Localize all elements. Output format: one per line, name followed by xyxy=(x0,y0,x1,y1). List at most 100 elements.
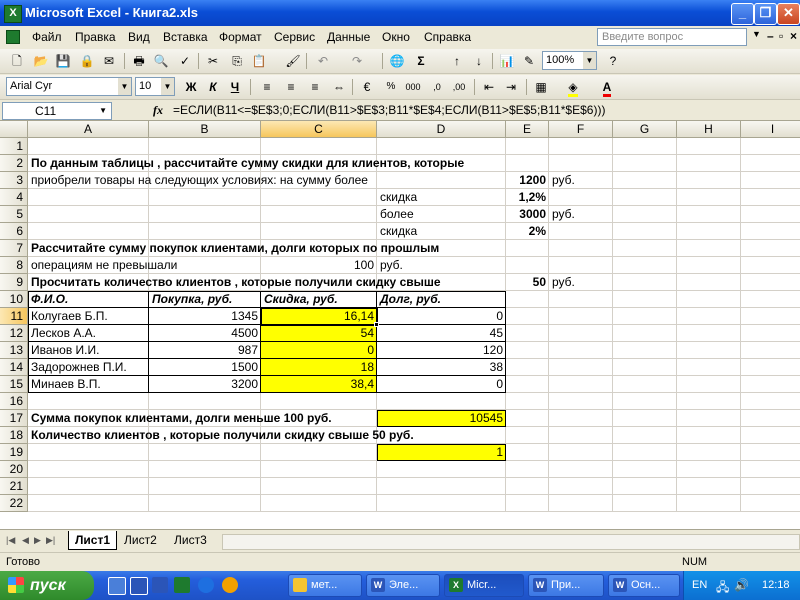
grid-cell[interactable] xyxy=(149,189,261,206)
align-left-icon[interactable]: ≡ xyxy=(258,78,276,96)
italic-icon[interactable]: К xyxy=(204,78,222,96)
row-header-15[interactable]: 15 xyxy=(0,376,28,393)
language-indicator[interactable]: EN xyxy=(692,579,707,591)
grid-cell[interactable] xyxy=(613,138,677,155)
doc-restore-button[interactable]: ▫ xyxy=(779,29,783,43)
decrease-decimal-icon[interactable]: ,00 xyxy=(450,78,468,96)
grid-cell[interactable] xyxy=(261,478,377,495)
grid-cell[interactable] xyxy=(677,172,741,189)
row-header-11[interactable]: 11 xyxy=(0,308,28,325)
borders-icon[interactable]: ▦ xyxy=(532,78,550,96)
grid-cell[interactable] xyxy=(677,308,741,325)
sort-ascending-icon[interactable]: ↑ xyxy=(448,52,466,70)
row-header-12[interactable]: 12 xyxy=(0,325,28,342)
grid-cell[interactable] xyxy=(741,223,800,240)
menu-edit[interactable]: Правка xyxy=(75,30,116,44)
worksheet-grid[interactable]: A B C D E F G H I 1 2 3 4 5 6 7 8 9 10 11 12 13 14 15 1… xyxy=(0,121,800,529)
word-quicklaunch-icon[interactable] xyxy=(130,577,148,595)
grid-cell[interactable] xyxy=(549,342,613,359)
clock[interactable]: 12:18 xyxy=(762,579,790,591)
column-header-e[interactable]: E xyxy=(506,121,549,138)
insert-function-icon[interactable]: fx xyxy=(153,103,163,118)
grid-cell[interactable] xyxy=(677,325,741,342)
grid-cell[interactable] xyxy=(613,359,677,376)
grid-cell[interactable] xyxy=(741,189,800,206)
grid-cell[interactable] xyxy=(613,461,677,478)
grid-cell[interactable] xyxy=(261,461,377,478)
autosum-icon[interactable]: Σ xyxy=(412,52,430,70)
grid-cell[interactable] xyxy=(28,189,149,206)
row-header-13[interactable]: 13 xyxy=(0,342,28,359)
grid-cell[interactable] xyxy=(506,155,549,172)
grid-cell[interactable] xyxy=(149,478,261,495)
show-desktop-icon[interactable] xyxy=(108,577,126,595)
last-sheet-icon[interactable]: ▶| xyxy=(46,535,55,546)
column-header-i[interactable]: I xyxy=(741,121,800,138)
grid-cell[interactable] xyxy=(613,444,677,461)
grid-cell[interactable] xyxy=(677,155,741,172)
row-header-22[interactable]: 22 xyxy=(0,495,28,512)
menu-insert[interactable]: Вставка xyxy=(163,30,208,44)
save-icon[interactable]: 💾 xyxy=(54,52,72,70)
grid-cell[interactable] xyxy=(549,461,613,478)
grid-cell[interactable] xyxy=(28,444,149,461)
column-header-a[interactable]: A xyxy=(28,121,149,138)
network-icon[interactable]: 🖧 xyxy=(716,578,729,599)
grid-cell[interactable] xyxy=(677,393,741,410)
row-header-16[interactable]: 16 xyxy=(0,393,28,410)
grid-cell[interactable] xyxy=(549,478,613,495)
grid-cell[interactable] xyxy=(149,138,261,155)
grid-cell[interactable] xyxy=(261,206,377,223)
row-header-21[interactable]: 21 xyxy=(0,478,28,495)
grid-cell[interactable] xyxy=(549,393,613,410)
next-sheet-icon[interactable]: ▶ xyxy=(34,535,41,546)
chevron-down-icon[interactable]: ▼ xyxy=(118,78,131,95)
taskbar-button-word-2[interactable]: W При... xyxy=(528,574,604,597)
font-color-icon[interactable]: A xyxy=(598,78,616,97)
underline-icon[interactable]: Ч xyxy=(226,78,244,96)
select-all-corner[interactable] xyxy=(0,121,28,138)
column-header-d[interactable]: D xyxy=(377,121,506,138)
grid-cell[interactable] xyxy=(741,325,800,342)
grid-cell[interactable] xyxy=(677,342,741,359)
grid-cell[interactable] xyxy=(149,206,261,223)
grid-cell[interactable] xyxy=(377,172,506,189)
grid-cell[interactable] xyxy=(677,461,741,478)
prev-sheet-icon[interactable]: ◀ xyxy=(22,535,29,546)
grid-cell[interactable] xyxy=(677,206,741,223)
grid-cell[interactable] xyxy=(677,376,741,393)
grid-cell[interactable] xyxy=(549,427,613,444)
taskbar-button-excel[interactable]: X Micr... xyxy=(444,574,524,597)
grid-cell[interactable] xyxy=(677,495,741,512)
grid-cell[interactable] xyxy=(613,189,677,206)
grid-cell[interactable] xyxy=(261,444,377,461)
bold-icon[interactable]: Ж xyxy=(182,78,200,96)
merge-center-icon[interactable]: ⇔ xyxy=(330,78,348,96)
grid-cell[interactable] xyxy=(549,495,613,512)
grid-cell[interactable] xyxy=(741,308,800,325)
column-header-b[interactable]: B xyxy=(149,121,261,138)
grid-cell[interactable] xyxy=(613,495,677,512)
grid-cell[interactable] xyxy=(549,308,613,325)
grid-cell[interactable] xyxy=(506,427,549,444)
grid-cell[interactable] xyxy=(149,444,261,461)
column-header-c[interactable]: C xyxy=(261,121,377,138)
grid-cell[interactable] xyxy=(28,495,149,512)
grid-cell[interactable] xyxy=(677,138,741,155)
grid-cell[interactable] xyxy=(377,393,506,410)
grid-cell[interactable] xyxy=(613,206,677,223)
chevron-down-icon[interactable]: ▼ xyxy=(583,52,596,69)
volume-icon[interactable]: 🔊 xyxy=(734,578,749,592)
increase-decimal-icon[interactable]: ,0 xyxy=(428,78,446,96)
grid-cell[interactable] xyxy=(261,138,377,155)
grid-cell[interactable] xyxy=(613,478,677,495)
grid-cell[interactable] xyxy=(506,359,549,376)
permission-icon[interactable]: 🔒 xyxy=(78,52,96,70)
format-painter-icon[interactable]: 🖌 xyxy=(284,52,302,70)
menu-tools[interactable]: Сервис xyxy=(274,30,315,44)
chart-wizard-icon[interactable]: 📊 xyxy=(498,52,516,70)
excel-icon[interactable]: X xyxy=(4,5,22,23)
grid-cell[interactable] xyxy=(506,240,549,257)
open-icon[interactable]: 📂 xyxy=(32,52,50,70)
grid-cell[interactable] xyxy=(741,172,800,189)
